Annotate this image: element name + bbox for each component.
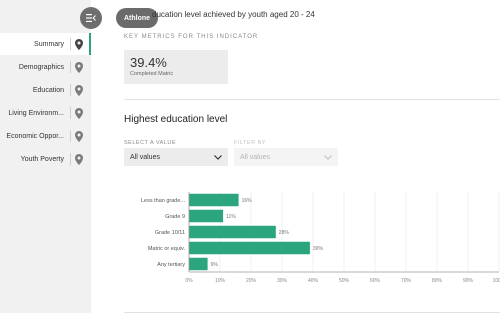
category-label: Any tertiary	[157, 262, 185, 268]
x-tick-label: 40%	[308, 278, 319, 284]
x-tick-label: 70%	[401, 278, 412, 284]
chart-bar	[189, 241, 310, 255]
chart-bar	[189, 209, 224, 223]
section-divider	[124, 99, 500, 100]
x-tick-label: 20%	[246, 278, 257, 284]
location-pin-icon	[75, 130, 83, 142]
filter-by-caption: FILTER BY	[234, 140, 266, 146]
sidebar-item[interactable]: Education	[0, 79, 89, 101]
category-label: Grade 9	[165, 214, 185, 220]
sidebar-item-label: Youth Poverty	[20, 155, 64, 163]
filter-select[interactable]: All values	[234, 148, 338, 166]
metric-value: 39.4%	[130, 55, 167, 70]
chart-svg: 0% 10% 20% 30% 40% 50% 60% 70% 80% 90% 100% Less th…	[141, 192, 500, 284]
sidebar-item-label: Education	[32, 86, 64, 94]
x-tick-label: 90%	[463, 278, 474, 284]
chart-section-title: Highest education level	[124, 114, 228, 125]
value-select[interactable]: All values	[124, 148, 228, 166]
x-tick-label: 80%	[432, 278, 443, 284]
chevron-down-icon	[324, 154, 332, 160]
filter-select-text: All values	[240, 153, 270, 161]
sidebar-item[interactable]: Living Environm...	[0, 102, 89, 124]
sidebar-item-label: Demographics	[18, 63, 64, 71]
bar-value-label: 28%	[279, 230, 290, 236]
key-metrics-caption: KEY METRICS FOR THIS INDICATOR	[124, 34, 259, 40]
sidebar-item-separator	[70, 84, 71, 96]
sidebar-item-separator	[70, 38, 71, 50]
x-tick-label: 10%	[215, 278, 226, 284]
sidebar-item-separator	[70, 61, 71, 73]
x-tick-label: 60%	[370, 278, 381, 284]
category-label: Less than grade...	[141, 198, 186, 204]
metric-label: Completed Matric	[130, 71, 174, 77]
collapse-menu-icon	[86, 14, 96, 22]
sidebar-item-label: Economic Oppor...	[6, 132, 64, 140]
sidebar-item[interactable]: Youth Poverty	[0, 148, 89, 170]
chevron-down-icon	[214, 154, 222, 160]
bar-value-label: 11%	[226, 214, 236, 220]
sidebar-item-separator	[70, 107, 71, 119]
location-pin-icon	[75, 107, 83, 119]
location-pin-icon	[75, 38, 83, 50]
value-select-text: All values	[130, 153, 160, 161]
location-pin-icon	[75, 61, 83, 73]
sidebar-item[interactable]: Economic Oppor...	[0, 125, 89, 147]
x-tick-label: 0%	[185, 278, 193, 284]
sidebar: Summary Demographics Education Living Envir…	[0, 0, 91, 313]
sidebar-item-label: Summary	[34, 40, 64, 48]
education-bar-chart: 0% 10% 20% 30% 40% 50% 60% 70% 80% 90% 100% Less th…	[124, 188, 500, 290]
chart-bar	[189, 225, 276, 239]
sidebar-toggle-button[interactable]	[80, 7, 102, 29]
sidebar-item[interactable]: Summary	[0, 33, 89, 55]
x-tick-label: 30%	[277, 278, 288, 284]
sidebar-item-separator	[70, 153, 71, 165]
location-pin-icon	[75, 153, 83, 165]
bar-value-label: 6%	[211, 262, 219, 268]
x-tick-label: 100%	[493, 278, 500, 284]
metric-card: 39.4% Completed Matric	[124, 50, 228, 84]
sidebar-item[interactable]: Demographics	[0, 56, 89, 78]
active-indicator	[89, 33, 91, 55]
bar-value-label: 39%	[313, 246, 324, 252]
location-pin-icon	[75, 84, 83, 96]
select-value-caption: SELECT A VALUE	[124, 140, 177, 146]
sidebar-item-separator	[70, 130, 71, 142]
category-label: Matric or equiv.	[148, 246, 186, 252]
x-tick-label: 50%	[339, 278, 350, 284]
bar-value-label: 16%	[242, 198, 253, 204]
chart-bar	[189, 257, 208, 271]
chart-bar	[189, 193, 239, 207]
page-title: ducation level achieved by youth aged 20…	[152, 10, 315, 19]
category-label: Grade 10/11	[155, 230, 185, 236]
sidebar-item-label: Living Environm...	[8, 109, 64, 117]
